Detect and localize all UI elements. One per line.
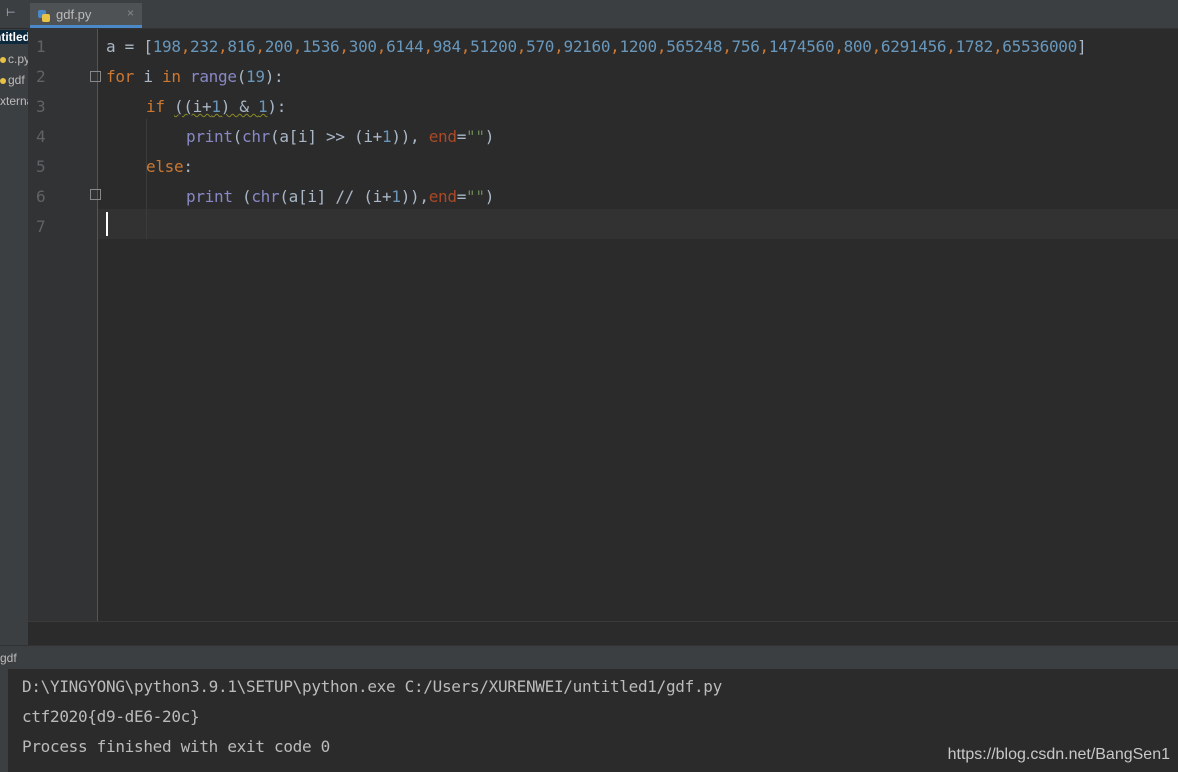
project-item-gdf[interactable]: gdf bbox=[0, 73, 25, 87]
line-number: 6 bbox=[36, 187, 46, 206]
list-number: 816 bbox=[227, 37, 256, 56]
list-number: 1782 bbox=[955, 37, 994, 56]
run-panel-header: gdf bbox=[0, 645, 1178, 670]
line-number: 5 bbox=[36, 157, 46, 176]
code-editor[interactable]: a = [198,232,816,200,1536,300,6144,984,5… bbox=[98, 29, 1178, 621]
list-number: 92160 bbox=[563, 37, 611, 56]
line-number: 7 bbox=[36, 217, 46, 236]
list-number: 984 bbox=[432, 37, 461, 56]
project-item-c-py[interactable]: c.py bbox=[0, 52, 28, 66]
list-number: 1200 bbox=[619, 37, 658, 56]
list-number: 232 bbox=[190, 37, 219, 56]
list-number: 51200 bbox=[470, 37, 517, 56]
code-line-2: for i in range(19): bbox=[106, 67, 284, 86]
project-header: ⊢ bbox=[0, 0, 28, 29]
run-tab-label[interactable]: gdf bbox=[0, 651, 17, 665]
project-item-external[interactable]: xterna bbox=[0, 94, 28, 108]
list-number: 570 bbox=[526, 37, 555, 56]
line-number: 1 bbox=[36, 37, 46, 56]
horizontal-scrollbar[interactable] bbox=[28, 621, 1178, 646]
run-toolbar bbox=[0, 669, 8, 772]
python-file-icon bbox=[38, 10, 50, 22]
list-number: 756 bbox=[731, 37, 760, 56]
line-number-gutter: 1 2 3 4 5 6 7 bbox=[28, 29, 101, 621]
output-line: ctf2020{d9-dE6-20c} bbox=[22, 707, 200, 726]
text-caret bbox=[106, 212, 108, 236]
project-item-root[interactable]: ntitled bbox=[0, 30, 28, 44]
line-number: 3 bbox=[36, 97, 46, 116]
list-number: 565248 bbox=[666, 37, 723, 56]
code-line-5: else: bbox=[146, 157, 193, 176]
python-file-icon bbox=[0, 56, 6, 63]
collapse-icon[interactable]: ⊢ bbox=[6, 6, 16, 19]
watermark: https://blog.csdn.net/BangSen1 bbox=[947, 746, 1170, 763]
code-line-1: a = [198,232,816,200,1536,300,6144,984,5… bbox=[106, 37, 1087, 56]
list-number: 6291456 bbox=[880, 37, 947, 56]
tab-label: gdf.py bbox=[56, 7, 92, 22]
list-number: 198 bbox=[152, 37, 181, 56]
list-number: 200 bbox=[264, 37, 293, 56]
code-line-3: if ((i+1) & 1): bbox=[146, 97, 287, 116]
line-number: 2 bbox=[36, 67, 46, 86]
list-number: 65536000 bbox=[1002, 37, 1077, 56]
list-number: 300 bbox=[348, 37, 377, 56]
list-number: 1536 bbox=[302, 37, 340, 56]
list-number: 800 bbox=[843, 37, 872, 56]
editor-tab-bar: gdf.py × bbox=[28, 0, 1178, 29]
line-number: 4 bbox=[36, 127, 46, 146]
output-line: D:\YINGYONG\python3.9.1\SETUP\python.exe… bbox=[22, 677, 722, 696]
list-number: 1474560 bbox=[768, 37, 835, 56]
tab-gdf-py[interactable]: gdf.py × bbox=[30, 3, 142, 28]
code-line-6: print (chr(a[i] // (i+1)),end="") bbox=[186, 187, 495, 206]
code-line-4: print(chr(a[i] >> (i+1)), end="") bbox=[186, 127, 495, 146]
python-file-icon bbox=[0, 77, 6, 84]
current-line-highlight bbox=[98, 209, 1178, 239]
list-number: 6144 bbox=[386, 37, 424, 56]
output-line: Process finished with exit code 0 bbox=[22, 737, 330, 756]
project-panel: ⊢ ntitled c.py gdf xterna bbox=[0, 0, 28, 645]
close-icon[interactable]: × bbox=[127, 6, 134, 20]
